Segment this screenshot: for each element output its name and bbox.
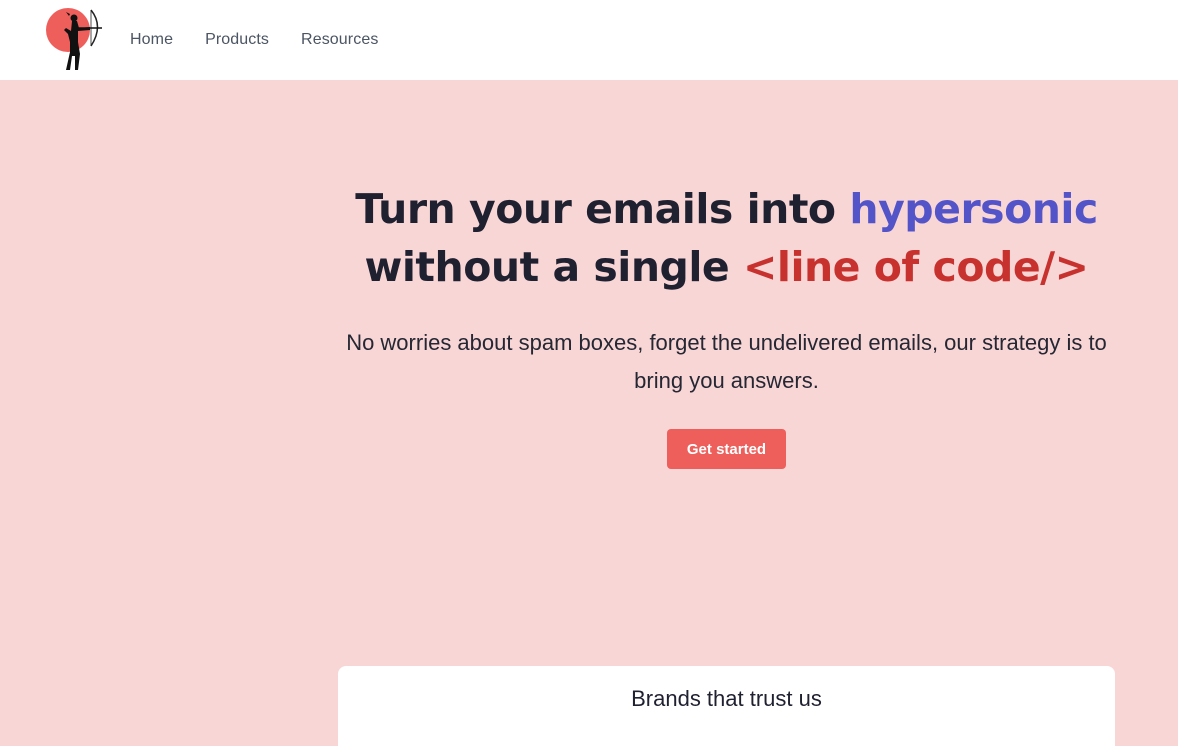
hero-subtitle: No worries about spam boxes, forget the …	[346, 330, 1107, 393]
nav-link-products[interactable]: Products	[205, 31, 269, 49]
nav-link-home[interactable]: Home	[130, 31, 173, 49]
hero-title-highlight-hypersonic: hypersonic	[849, 185, 1098, 233]
brands-title: Brands that trust us	[631, 686, 822, 711]
nav-link-resources[interactable]: Resources	[301, 31, 378, 49]
hero-title: Turn your emails into hypersonic without…	[338, 180, 1115, 296]
brands-card: Brands that trust us	[338, 666, 1115, 746]
hero-title-part1: Turn your emails into	[355, 185, 850, 233]
archer-logo-icon[interactable]	[44, 6, 106, 74]
hero-section: Turn your emails into hypersonic without…	[0, 80, 1178, 746]
hero-title-highlight-code: <line of code/>	[743, 243, 1089, 291]
hero-title-part2: without a single	[364, 243, 744, 291]
main-nav: Home Products Resources	[130, 0, 410, 80]
navbar: Home Products Resources	[0, 0, 1178, 80]
get-started-button[interactable]: Get started	[667, 429, 786, 469]
